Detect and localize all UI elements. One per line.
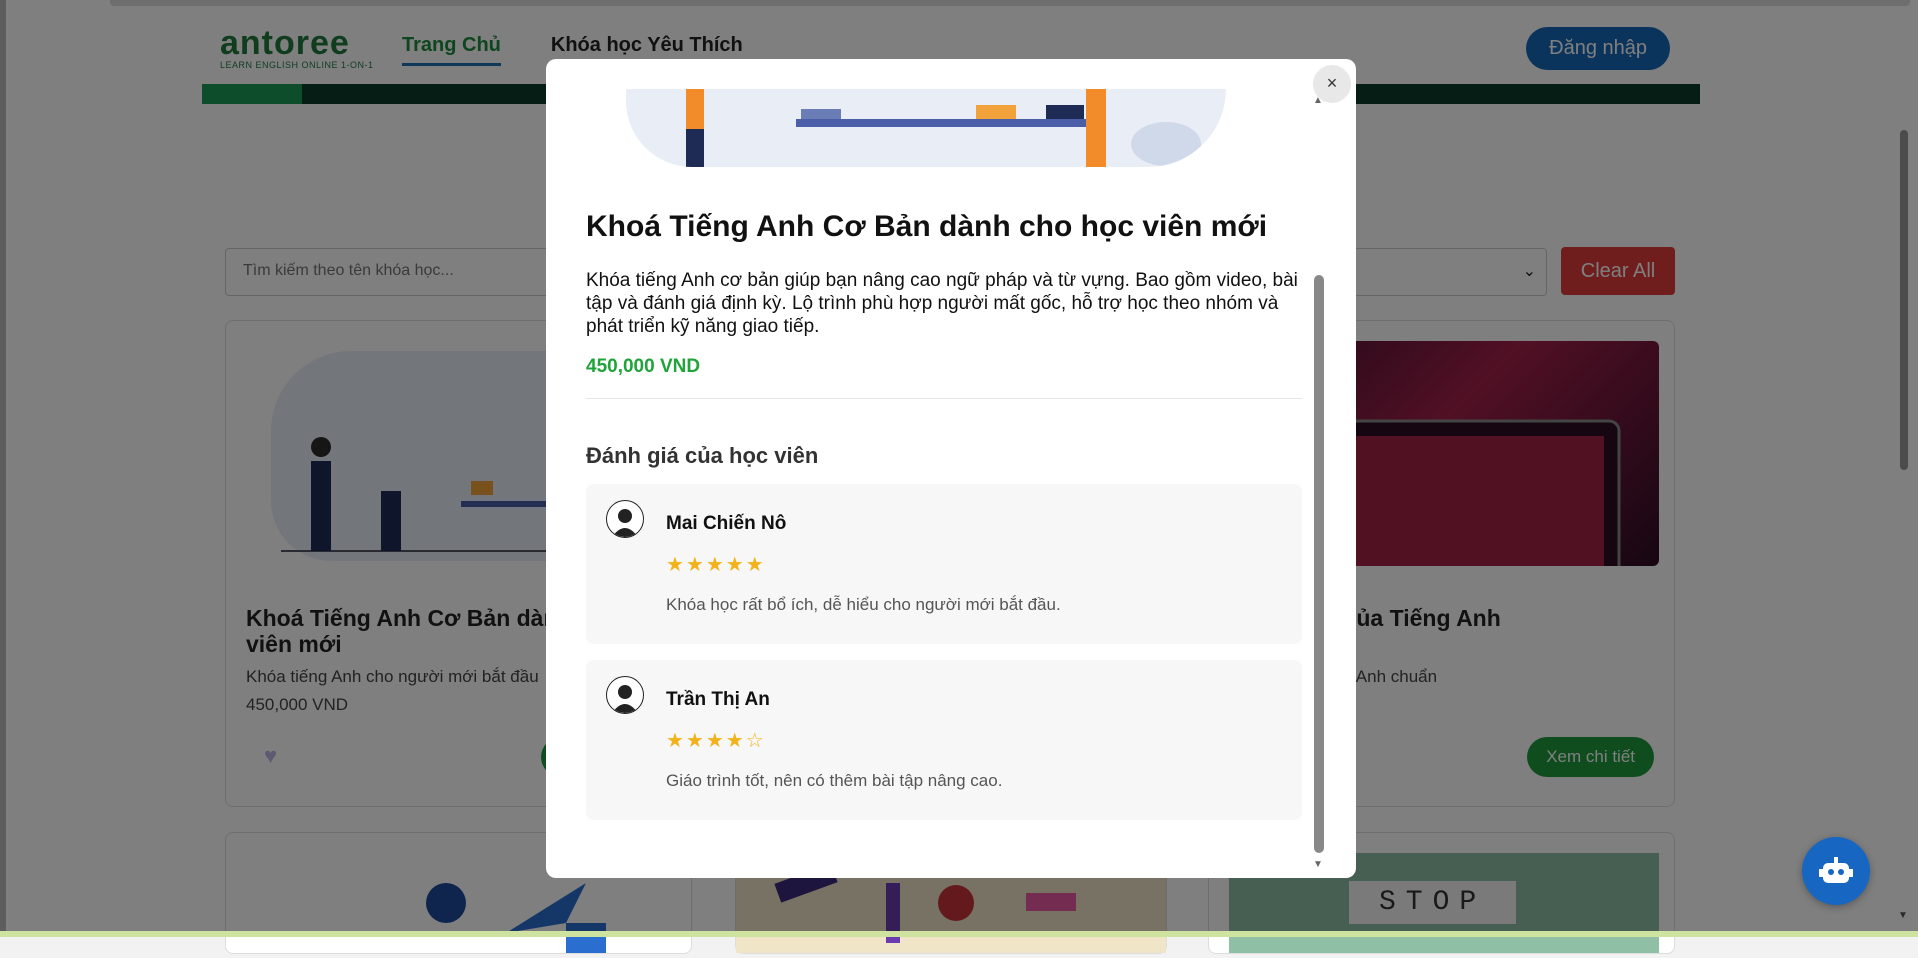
modal-scrollbar-thumb[interactable]: [1314, 275, 1324, 853]
modal-price: 450,000 VND: [586, 356, 1302, 399]
modal-scrollbar[interactable]: ▲ ▼: [1312, 95, 1326, 871]
chatbot-button[interactable]: [1802, 837, 1870, 905]
review-comment: Khóa học rất bổ ích, dễ hiểu cho người m…: [666, 595, 1061, 614]
reviewer-name: Trần Thị An: [666, 689, 770, 710]
reviewer-name: Mai Chiến Nô: [666, 513, 787, 534]
bottom-edge: [0, 931, 1918, 937]
modal-title: Khoá Tiếng Anh Cơ Bản dành cho học viên …: [586, 210, 1268, 243]
review-comment: Giáo trình tốt, nên có thêm bài tập nâng…: [666, 771, 1003, 790]
modal-hero-illustration: [626, 89, 1226, 167]
course-detail-modal: × ▲ ▼ Khoá Tiếng Anh Cơ Bản dành cho học…: [546, 59, 1356, 878]
user-avatar-icon: [606, 500, 644, 538]
user-avatar-icon: [606, 676, 644, 714]
review-item: Mai Chiến Nô ★★★★★ Khóa học rất bổ ích, …: [586, 484, 1302, 644]
scroll-down-arrow-icon[interactable]: ▼: [1313, 859, 1323, 870]
scroll-up-arrow-icon[interactable]: ▲: [1313, 95, 1323, 106]
modal-description: Khóa tiếng Anh cơ bản giúp bạn nâng cao …: [586, 270, 1298, 337]
reviews-heading: Đánh giá của học viên: [586, 443, 819, 468]
star-rating-icon: ★★★★☆: [666, 730, 766, 752]
modal-content: Khoá Tiếng Anh Cơ Bản dành cho học viên …: [586, 209, 1302, 836]
robot-icon: [1819, 857, 1853, 883]
review-item: Trần Thị An ★★★★☆ Giáo trình tốt, nên có…: [586, 660, 1302, 820]
star-rating-icon: ★★★★★: [666, 554, 766, 576]
browser-viewport: antoree LEARN ENGLISH ONLINE 1-ON-1 Tran…: [0, 0, 1918, 954]
